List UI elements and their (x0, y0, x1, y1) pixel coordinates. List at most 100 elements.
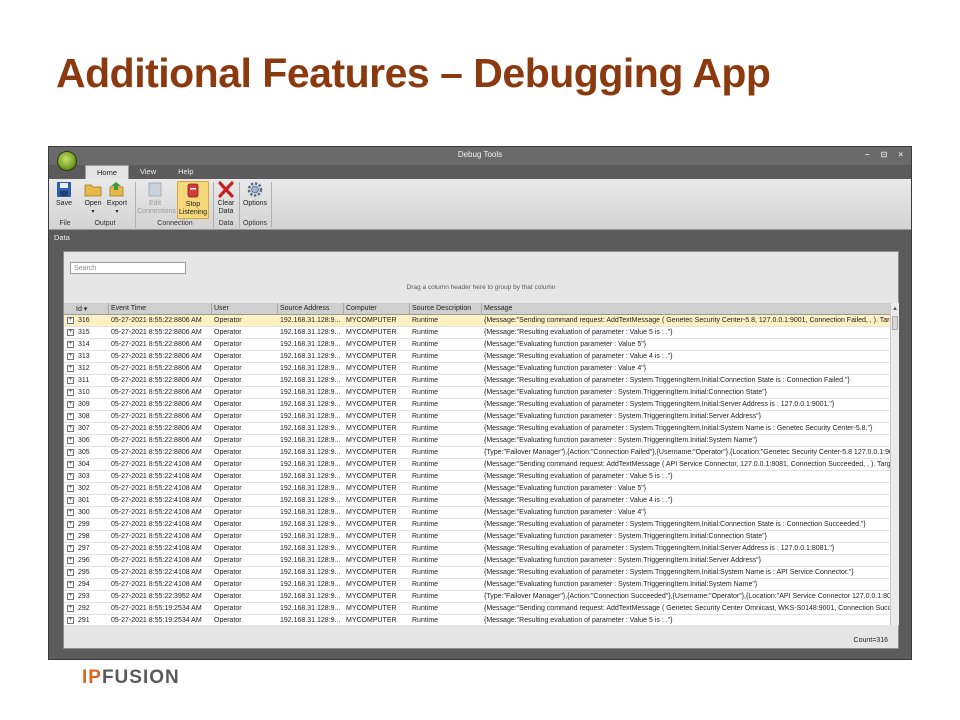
cell-user: Operator (214, 581, 242, 588)
stop-listening-button[interactable]: Stop Listening (177, 181, 209, 219)
table-row[interactable]: +308 05-27-2021 8:55:22:8806 AM Operator 19… (64, 411, 890, 423)
expand-row-icon[interactable]: + (67, 437, 74, 444)
expand-row-icon[interactable]: + (67, 521, 74, 528)
expand-row-icon[interactable]: + (67, 317, 74, 324)
table-row[interactable]: +306 05-27-2021 8:55:22:8806 AM Operator 19… (64, 435, 890, 447)
expand-row-icon[interactable]: + (67, 569, 74, 576)
expand-row-icon[interactable]: + (67, 557, 74, 564)
restore-button[interactable]: ⊡ (881, 150, 888, 159)
table-row[interactable]: +307 05-27-2021 8:55:22:8806 AM Operator 19… (64, 423, 890, 435)
cell-user: Operator (214, 341, 242, 348)
table-row[interactable]: +296 05-27-2021 8:55:22:4108 AM Operator 19… (64, 555, 890, 567)
tab-view[interactable]: View (129, 165, 167, 179)
tab-home[interactable]: Home (85, 165, 130, 179)
column-header-source-address[interactable]: Source Address (278, 303, 344, 315)
cell-source-address: 192.168.31.128:9... (280, 521, 341, 528)
table-row[interactable]: +303 05-27-2021 8:55:22:4108 AM Operator 19… (64, 471, 890, 483)
table-row[interactable]: +315 05-27-2021 8:55:22:8806 AM Operator 19… (64, 327, 890, 339)
cell-source-address: 192.168.31.128:9... (280, 485, 341, 492)
expand-row-icon[interactable]: + (67, 581, 74, 588)
expand-row-icon[interactable]: + (67, 365, 74, 372)
table-row[interactable]: +297 05-27-2021 8:55:22:4108 AM Operator 19… (64, 543, 890, 555)
expand-row-icon[interactable]: + (67, 353, 74, 360)
expand-row-icon[interactable]: + (67, 593, 74, 600)
data-section-header: Data (54, 233, 70, 242)
table-row[interactable]: +310 05-27-2021 8:55:22:8806 AM Operator 19… (64, 387, 890, 399)
column-header-event-time[interactable]: Event Time (109, 303, 212, 315)
table-row[interactable]: +298 05-27-2021 8:55:22:4108 AM Operator 19… (64, 531, 890, 543)
tab-help[interactable]: Help (167, 165, 204, 179)
vertical-scrollbar[interactable]: ▲ (890, 303, 899, 625)
minimize-button[interactable]: – (865, 150, 869, 159)
expand-row-icon[interactable]: + (67, 401, 74, 408)
cell-source-address: 192.168.31.128:9... (280, 341, 341, 348)
table-row[interactable]: +294 05-27-2021 8:55:22:4108 AM Operator 19… (64, 579, 890, 591)
table-row[interactable]: +305 05-27-2021 8:55:22:8806 AM Operator 19… (64, 447, 890, 459)
expand-row-icon[interactable]: + (67, 497, 74, 504)
group-file-label: File (59, 220, 71, 227)
table-row[interactable]: +313 05-27-2021 8:55:22:8806 AM Operator 19… (64, 351, 890, 363)
expand-row-icon[interactable]: + (67, 509, 74, 516)
table-row[interactable]: +299 05-27-2021 8:55:22:4108 AM Operator 19… (64, 519, 890, 531)
expand-row-icon[interactable]: + (67, 425, 74, 432)
clear-data-button[interactable]: Clear Data (215, 181, 237, 216)
expand-row-icon[interactable]: + (67, 329, 74, 336)
scroll-up-icon[interactable]: ▲ (892, 306, 898, 312)
cell-id: 292 (78, 605, 90, 612)
cell-message: {Message:"Evaluating function parameter … (484, 413, 762, 420)
expand-row-icon[interactable]: + (67, 413, 74, 420)
scrollbar-thumb[interactable] (892, 316, 898, 330)
group-by-hint[interactable]: Drag a column header here to group by th… (64, 284, 898, 291)
table-row[interactable]: +293 05-27-2021 8:55:22:3952 AM Operator 19… (64, 591, 890, 603)
table-row[interactable]: +291 05-27-2021 8:55:19:2534 AM Operator 19… (64, 615, 890, 625)
expand-row-icon[interactable]: + (67, 617, 74, 624)
expand-row-icon[interactable]: + (67, 485, 74, 492)
column-header-id[interactable]: Id ▾ (64, 303, 109, 315)
edit-connections-button[interactable]: Edit Connections (137, 181, 176, 216)
expand-row-icon[interactable]: + (67, 449, 74, 456)
cell-id: 307 (78, 425, 90, 432)
open-button[interactable]: Open ▾ (80, 181, 106, 216)
table-row[interactable]: +304 05-27-2021 8:55:22:4108 AM Operator 19… (64, 459, 890, 471)
table-row[interactable]: +295 05-27-2021 8:55:22:4108 AM Operator 19… (64, 567, 890, 579)
table-row[interactable]: +301 05-27-2021 8:55:22:4108 AM Operator 19… (64, 495, 890, 507)
app-logo-icon[interactable] (57, 151, 77, 171)
close-button[interactable]: × (898, 150, 903, 159)
edit-connections-icon (146, 181, 164, 198)
cell-source-address: 192.168.31.128:9... (280, 413, 341, 420)
logo-ip: IP (82, 667, 102, 688)
table-row[interactable]: +300 05-27-2021 8:55:22:4108 AM Operator 19… (64, 507, 890, 519)
open-label: Open (84, 200, 102, 207)
table-row[interactable]: +309 05-27-2021 8:55:22:8806 AM Operator 19… (64, 399, 890, 411)
table-row[interactable]: +302 05-27-2021 8:55:22:4108 AM Operator 19… (64, 483, 890, 495)
save-button[interactable]: Save (53, 181, 75, 208)
table-row[interactable]: +311 05-27-2021 8:55:22:8806 AM Operator 19… (64, 375, 890, 387)
column-header-user[interactable]: User (212, 303, 278, 315)
expand-row-icon[interactable]: + (67, 341, 74, 348)
column-header-computer[interactable]: Computer (344, 303, 410, 315)
expand-row-icon[interactable]: + (67, 605, 74, 612)
cell-source-address: 192.168.31.128:9... (280, 401, 341, 408)
table-row[interactable]: +312 05-27-2021 8:55:22:8806 AM Operator 19… (64, 363, 890, 375)
cell-source-description: Runtime (412, 413, 439, 420)
column-header-message[interactable]: Message (482, 303, 890, 315)
cell-user: Operator (214, 437, 242, 444)
search-input[interactable]: Search (70, 262, 186, 274)
expand-row-icon[interactable]: + (67, 473, 74, 480)
expand-row-icon[interactable]: + (67, 377, 74, 384)
expand-row-icon[interactable]: + (67, 461, 74, 468)
expand-row-icon[interactable]: + (67, 389, 74, 396)
table-row[interactable]: +314 05-27-2021 8:55:22:8806 AM Operator 19… (64, 339, 890, 351)
cell-source-address: 192.168.31.128:9... (280, 593, 341, 600)
cell-message: {Message:"Sending command request: AddTe… (484, 317, 890, 324)
cell-source-address: 192.168.31.128:9... (280, 389, 341, 396)
cell-computer: MYCOMPUTER (346, 437, 397, 444)
table-row[interactable]: +292 05-27-2021 8:55:19:2534 AM Operator 19… (64, 603, 890, 615)
expand-row-icon[interactable]: + (67, 533, 74, 540)
export-button[interactable]: Export ▾ (105, 181, 129, 216)
expand-row-icon[interactable]: + (67, 545, 74, 552)
options-button[interactable]: Options (241, 181, 269, 208)
column-header-source-description[interactable]: Source Description (410, 303, 482, 315)
cell-computer: MYCOMPUTER (346, 581, 397, 588)
table-row[interactable]: +316 05-27-2021 8:55:22:8806 AM Operator 19… (64, 315, 890, 327)
